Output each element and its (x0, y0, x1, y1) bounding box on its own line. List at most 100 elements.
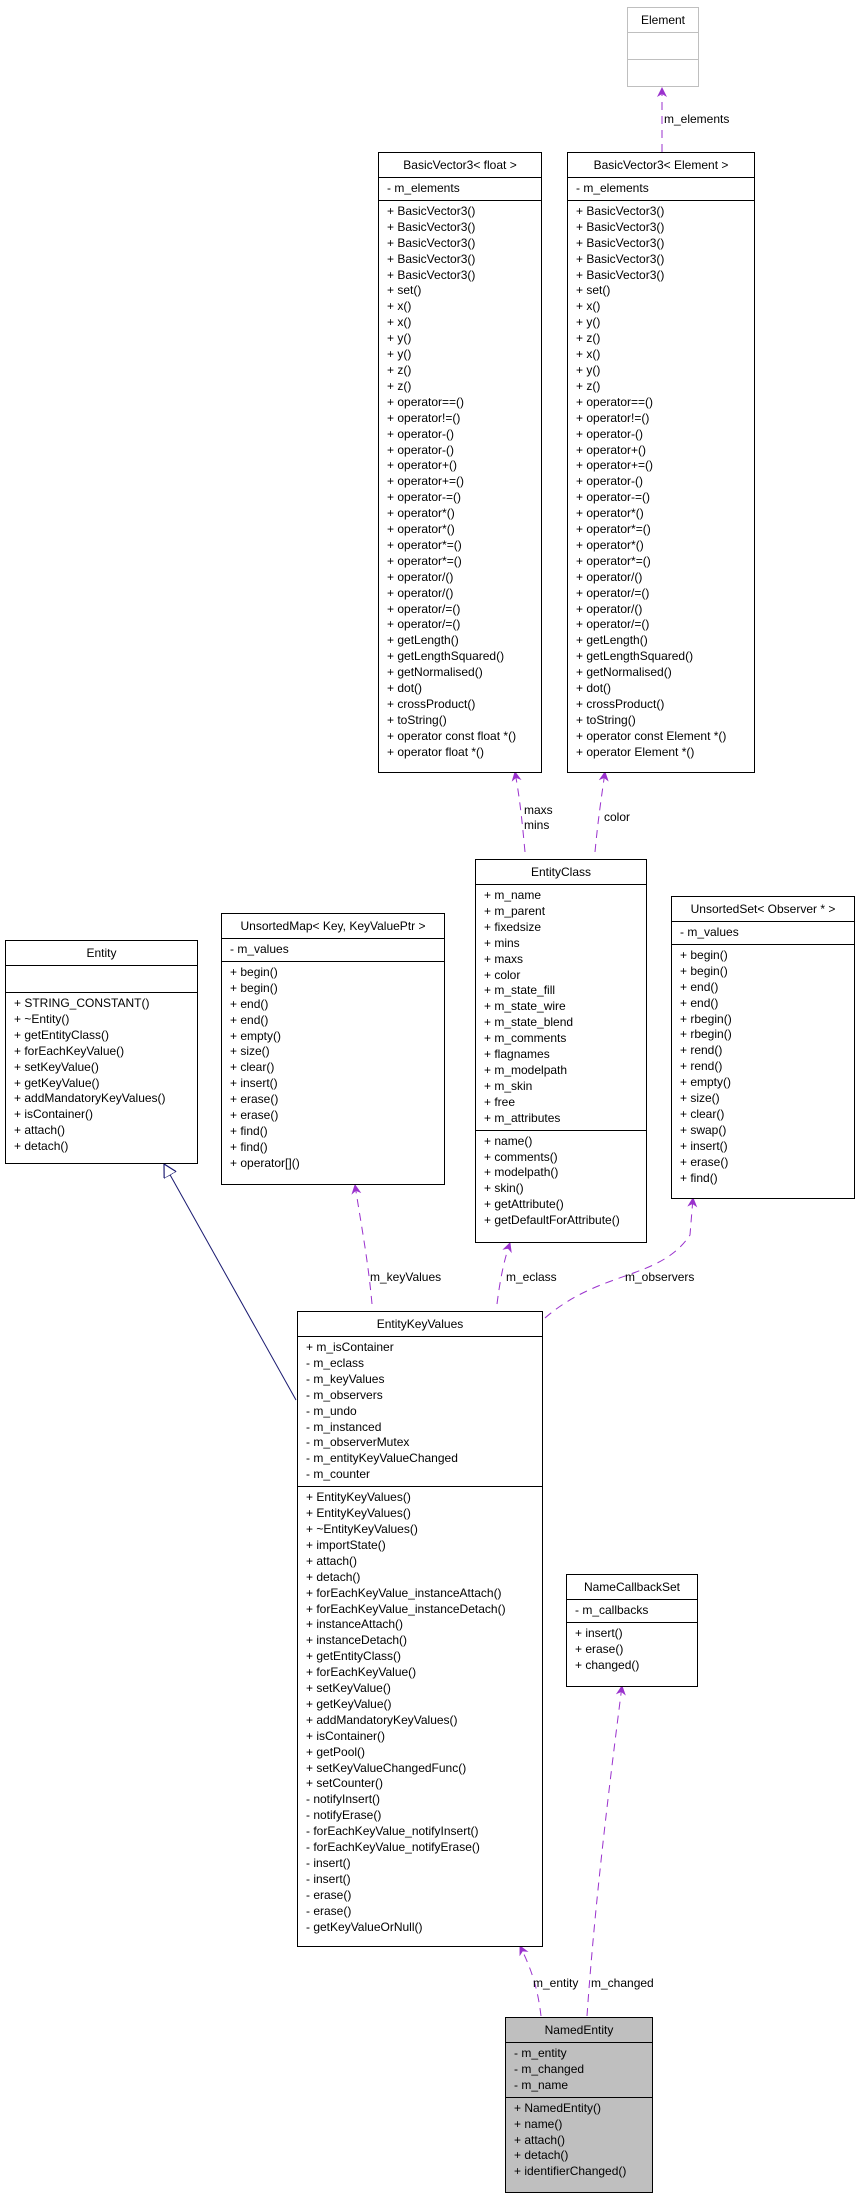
method-item: + erase() (575, 1641, 624, 1656)
attribute-item: - m_elements (576, 181, 649, 195)
methods-section: + BasicVector3() + BasicVector3() + BasicV… (379, 201, 541, 764)
attribute-item: - m_keyValues (306, 1371, 385, 1386)
method-item: + z() (387, 378, 412, 393)
class-basicvector3-element[interactable]: BasicVector3< Element > - m_elements + Bas… (567, 152, 755, 773)
method-item: + operator Element *() (576, 744, 695, 759)
attribute-item: + m_state_blend (484, 1015, 574, 1030)
method-item: + setKeyValue() (306, 1681, 391, 1696)
method-item: + getDefaultForAttribute() (484, 1213, 620, 1228)
method-item: + getPool() (306, 1744, 366, 1759)
method-item: + operator+=() (387, 474, 465, 489)
method-item: + end() (680, 979, 719, 994)
method-item: + BasicVector3() (576, 203, 665, 218)
method-item: + empty() (230, 1028, 282, 1043)
method-item: + operator-=() (576, 490, 651, 505)
method-item: + operator*() (576, 506, 644, 521)
method-item: + dot() (576, 681, 612, 696)
method-item: - insert() (306, 1871, 351, 1886)
attribute-item: - m_counter (306, 1467, 371, 1482)
method-item: + operator*=() (576, 553, 651, 568)
method-item: + operator*=() (387, 553, 462, 568)
method-item: + operator-() (387, 426, 455, 441)
methods-section: + NamedEntity() + name() + attach() + detac… (506, 2098, 652, 2184)
method-item: + forEachKeyValue_instanceDetach() (306, 1601, 506, 1616)
attribute-item: + m_isContainer (306, 1340, 394, 1354)
edge-inheritance-entity (164, 1164, 297, 1401)
class-unsortedmap[interactable]: UnsortedMap< Key, KeyValuePtr > - m_value… (221, 913, 445, 1185)
method-item: + z() (387, 362, 412, 377)
method-item: + instanceAttach() (306, 1617, 404, 1632)
methods-section: + name() + comments() + modelpath() + skin(… (476, 1131, 646, 1232)
attribute-item: - m_observers (306, 1387, 383, 1402)
class-entity[interactable]: Entity + STRING_CONSTANT() + ~Entity() + ge… (5, 940, 198, 1164)
method-item: + operator-=() (387, 490, 462, 505)
class-name: UnsortedMap< Key, KeyValuePtr > (222, 914, 444, 939)
attribute-item: - m_name (514, 2077, 569, 2092)
class-entitykeyvalues[interactable]: EntityKeyValues + m_isContainer - m_eclass… (297, 1311, 543, 1947)
method-item: + toString() (576, 712, 636, 727)
class-name: EntityKeyValues (298, 1312, 542, 1337)
class-element[interactable]: Element (627, 7, 699, 87)
methods-section: + BasicVector3() + BasicVector3() + BasicV… (568, 201, 754, 764)
method-item: + operator*=() (387, 537, 462, 552)
method-item: + attach() (514, 2132, 566, 2147)
method-item: + operator==() (576, 394, 654, 409)
method-item: + operator+=() (576, 458, 654, 473)
method-item: + detach() (306, 1569, 361, 1584)
label-m-elements: m_elements (664, 112, 730, 126)
attribute-item: + m_modelpath (484, 1062, 568, 1077)
method-item: + getAttribute() (484, 1197, 564, 1212)
method-item: + getNormalised() (576, 665, 672, 680)
method-item: + operator*() (387, 506, 455, 521)
method-item: + operator/() (387, 585, 454, 600)
attribute-item: + m_state_wire (484, 999, 566, 1014)
method-item: + size() (680, 1091, 720, 1106)
method-item: + setKeyValue() (14, 1059, 99, 1074)
method-item: + erase() (230, 1092, 279, 1107)
method-item: + addMandatoryKeyValues() (306, 1712, 458, 1727)
method-item: - erase() (306, 1887, 352, 1902)
method-item: + operator/() (387, 569, 454, 584)
method-item: + operator/() (576, 601, 643, 616)
method-item: + attach() (14, 1123, 66, 1138)
label-m-observers: m_observers (625, 1270, 695, 1284)
class-unsortedset[interactable]: UnsortedSet< Observer * > - m_values + beg… (671, 896, 855, 1199)
method-item: + getEntityClass() (306, 1649, 402, 1664)
method-item: + y() (576, 362, 601, 377)
attribute-item: - m_entity (514, 2046, 567, 2060)
method-item: + getKeyValue() (14, 1075, 100, 1090)
attributes-section: - m_elements (379, 178, 541, 201)
method-item: + operator/=() (576, 585, 650, 600)
method-item: + erase() (680, 1154, 729, 1169)
attribute-item: - m_observerMutex (306, 1435, 410, 1450)
attribute-item: + m_attributes (484, 1110, 561, 1125)
method-item: + find() (230, 1139, 268, 1154)
method-item: + identifierChanged() (514, 2164, 627, 2179)
method-item: + z() (576, 378, 601, 393)
method-item: + empty() (680, 1075, 732, 1090)
methods-section: + begin() + begin() + end() + end() + rbegin… (672, 945, 854, 1190)
class-namedentity[interactable]: NamedEntity - m_entity - m_changed - m_name… (505, 2017, 653, 2193)
method-item: - forEachKeyValue_notifyInsert() (306, 1824, 479, 1839)
method-item: + getNormalised() (387, 665, 483, 680)
method-item: + setKeyValueChangedFunc() (306, 1760, 467, 1775)
label-m-changed: m_changed (591, 1976, 654, 1990)
method-item: + x() (576, 299, 601, 314)
method-item: + set() (387, 283, 422, 298)
method-item: + operator==() (387, 394, 465, 409)
method-item: + getLength() (387, 633, 459, 648)
class-basicvector3-float[interactable]: BasicVector3< float > - m_elements + Basic… (378, 152, 542, 773)
class-entityclass[interactable]: EntityClass + m_name + m_parent + fixedsize… (475, 859, 647, 1243)
method-item: + begin() (230, 980, 278, 995)
method-item: + BasicVector3() (387, 203, 476, 218)
attributes-section: - m_entity - m_changed - m_name (506, 2043, 652, 2098)
class-namecallbackset[interactable]: NameCallbackSet - m_callbacks + insert() + … (566, 1574, 698, 1687)
method-item: + BasicVector3() (387, 251, 476, 266)
method-item: + operator/=() (387, 601, 461, 616)
method-item: + comments() (484, 1149, 558, 1164)
attribute-item: - m_instanced (306, 1419, 382, 1434)
method-item: + end() (230, 996, 269, 1011)
method-item: + insert() (680, 1138, 728, 1153)
attribute-item: - m_callbacks (575, 1603, 649, 1617)
method-item: + addMandatoryKeyValues() (14, 1091, 166, 1106)
